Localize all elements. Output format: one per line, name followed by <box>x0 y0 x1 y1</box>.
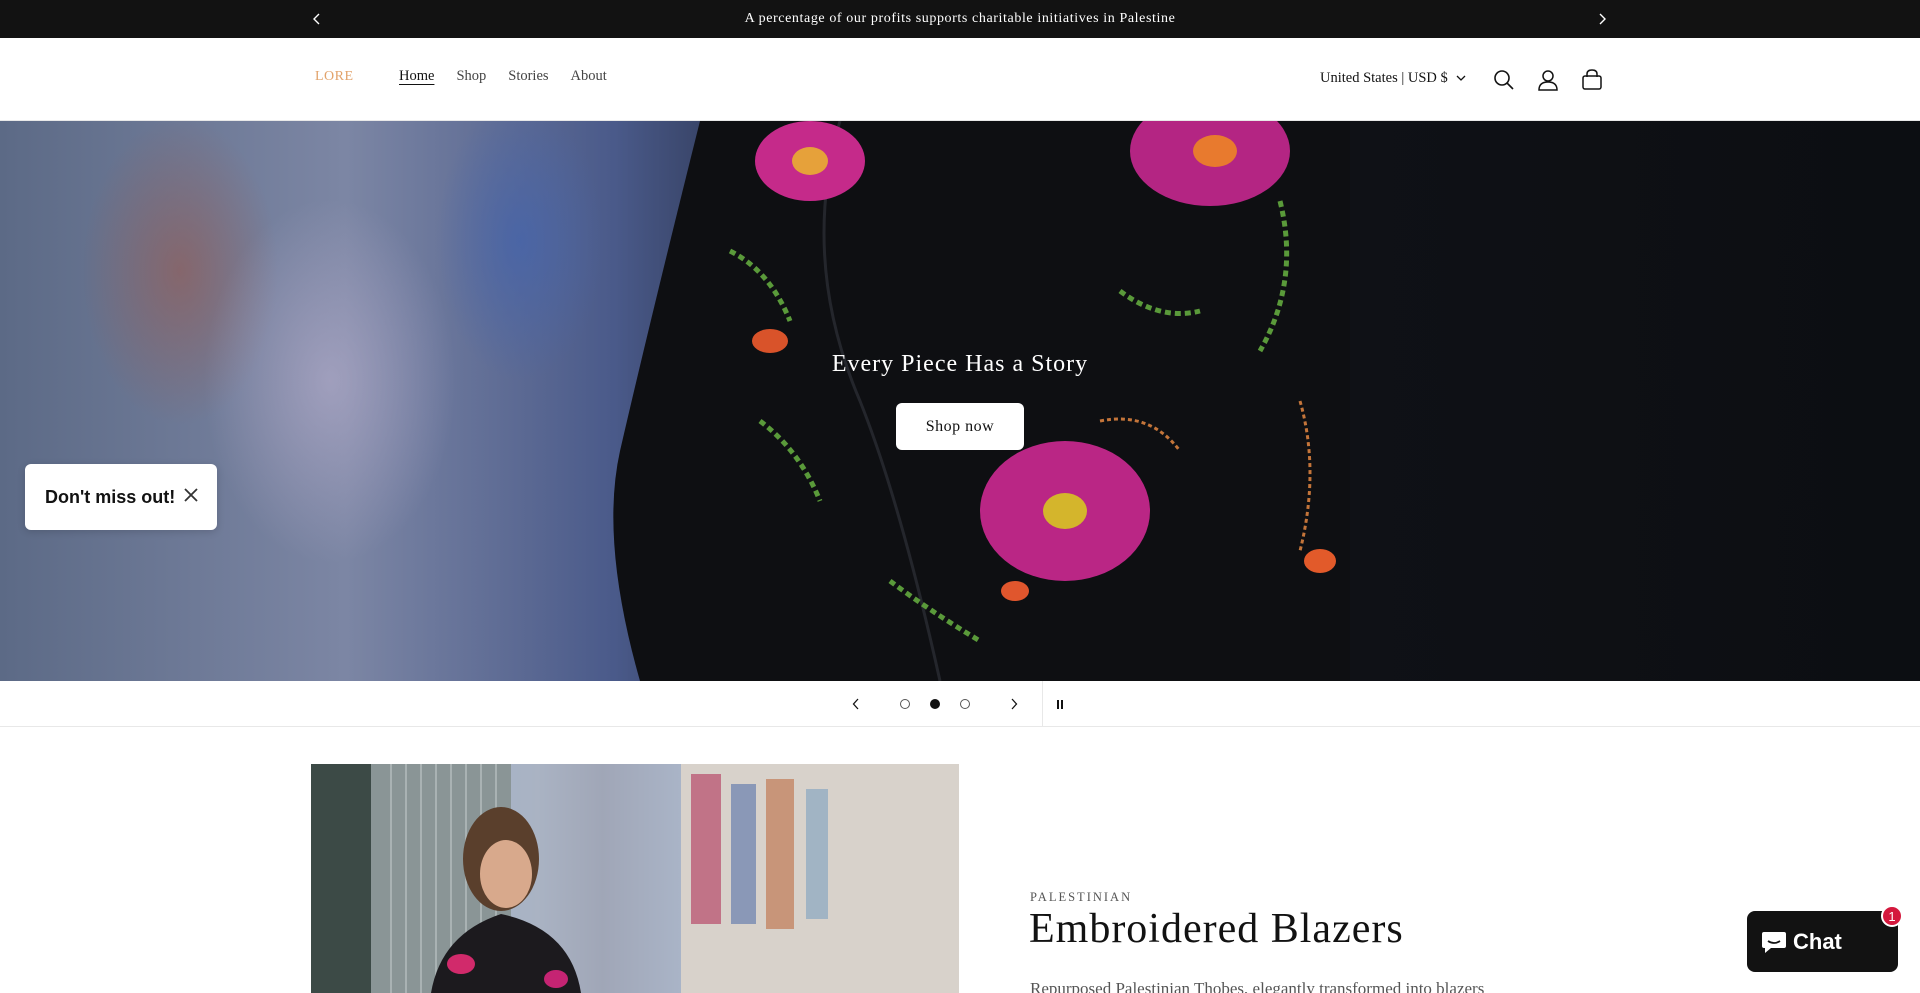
announcement-text: A percentage of our profits supports cha… <box>744 11 1176 26</box>
announcement-bar: A percentage of our profits supports cha… <box>0 0 1920 38</box>
site-header: LORE Home Shop Stories About United Stat… <box>0 38 1920 121</box>
chat-bubble-icon <box>1762 932 1786 953</box>
feature-description: Repurposed Palestinian Thobes, elegantly… <box>1030 979 1485 993</box>
pause-icon-bar <box>1061 699 1063 709</box>
cart-icon <box>1582 69 1602 90</box>
slider-divider <box>1042 681 1043 727</box>
shop-now-button[interactable]: Shop now <box>896 403 1024 450</box>
nav-about-link[interactable]: About <box>571 68 607 85</box>
main-nav: Home Shop Stories About <box>399 68 629 85</box>
chat-label: Chat <box>1793 928 1842 954</box>
pause-icon <box>1057 699 1059 709</box>
feature-image <box>311 764 959 993</box>
search-button[interactable] <box>1490 66 1518 94</box>
hero-banner: Every Piece Has a Story Shop now <box>0 121 1920 681</box>
slideshow-pause-button[interactable] <box>1050 694 1070 714</box>
hero-title: Every Piece Has a Story <box>831 351 1089 377</box>
feature-title: Embroidered Blazers <box>1029 906 1404 952</box>
search-icon <box>1494 70 1514 90</box>
chevron-left-icon <box>313 13 320 25</box>
hero-background-image <box>613 121 1350 681</box>
close-icon <box>184 488 198 502</box>
slide-prev-button[interactable] <box>846 694 866 714</box>
announcement-next-button[interactable] <box>1591 8 1613 30</box>
popup-text: Don't miss out! <box>45 486 176 507</box>
announcement-prev-button[interactable] <box>306 8 328 30</box>
country-currency-label: United States | USD $ <box>1320 70 1448 86</box>
feature-kicker: PALESTINIAN <box>1030 890 1133 904</box>
dont-miss-out-popup[interactable]: Don't miss out! <box>25 464 217 530</box>
popup-close-button[interactable] <box>181 485 201 505</box>
chat-notification-badge: 1 <box>1881 905 1903 927</box>
slide-next-button[interactable] <box>1004 694 1024 714</box>
chevron-right-icon <box>1011 698 1018 710</box>
chevron-left-icon <box>852 698 859 710</box>
nav-stories-link[interactable]: Stories <box>508 68 548 85</box>
nav-shop-link[interactable]: Shop <box>456 68 486 85</box>
account-button[interactable] <box>1534 66 1562 94</box>
slideshow-controls <box>0 681 1920 727</box>
chevron-right-icon <box>1599 13 1606 25</box>
site-logo[interactable]: LORE <box>315 69 354 85</box>
slide-dot-2[interactable] <box>930 699 940 709</box>
nav-home-link[interactable]: Home <box>399 68 434 85</box>
cart-button[interactable] <box>1578 66 1606 94</box>
account-icon <box>1538 70 1558 91</box>
slide-dot-3[interactable] <box>960 699 970 709</box>
slide-dot-1[interactable] <box>900 699 910 709</box>
chat-button[interactable]: Chat <box>1747 911 1898 972</box>
feature-photo-illustration <box>311 764 959 993</box>
chevron-down-icon <box>1456 75 1466 81</box>
country-currency-selector[interactable]: United States | USD $ <box>1320 70 1466 87</box>
